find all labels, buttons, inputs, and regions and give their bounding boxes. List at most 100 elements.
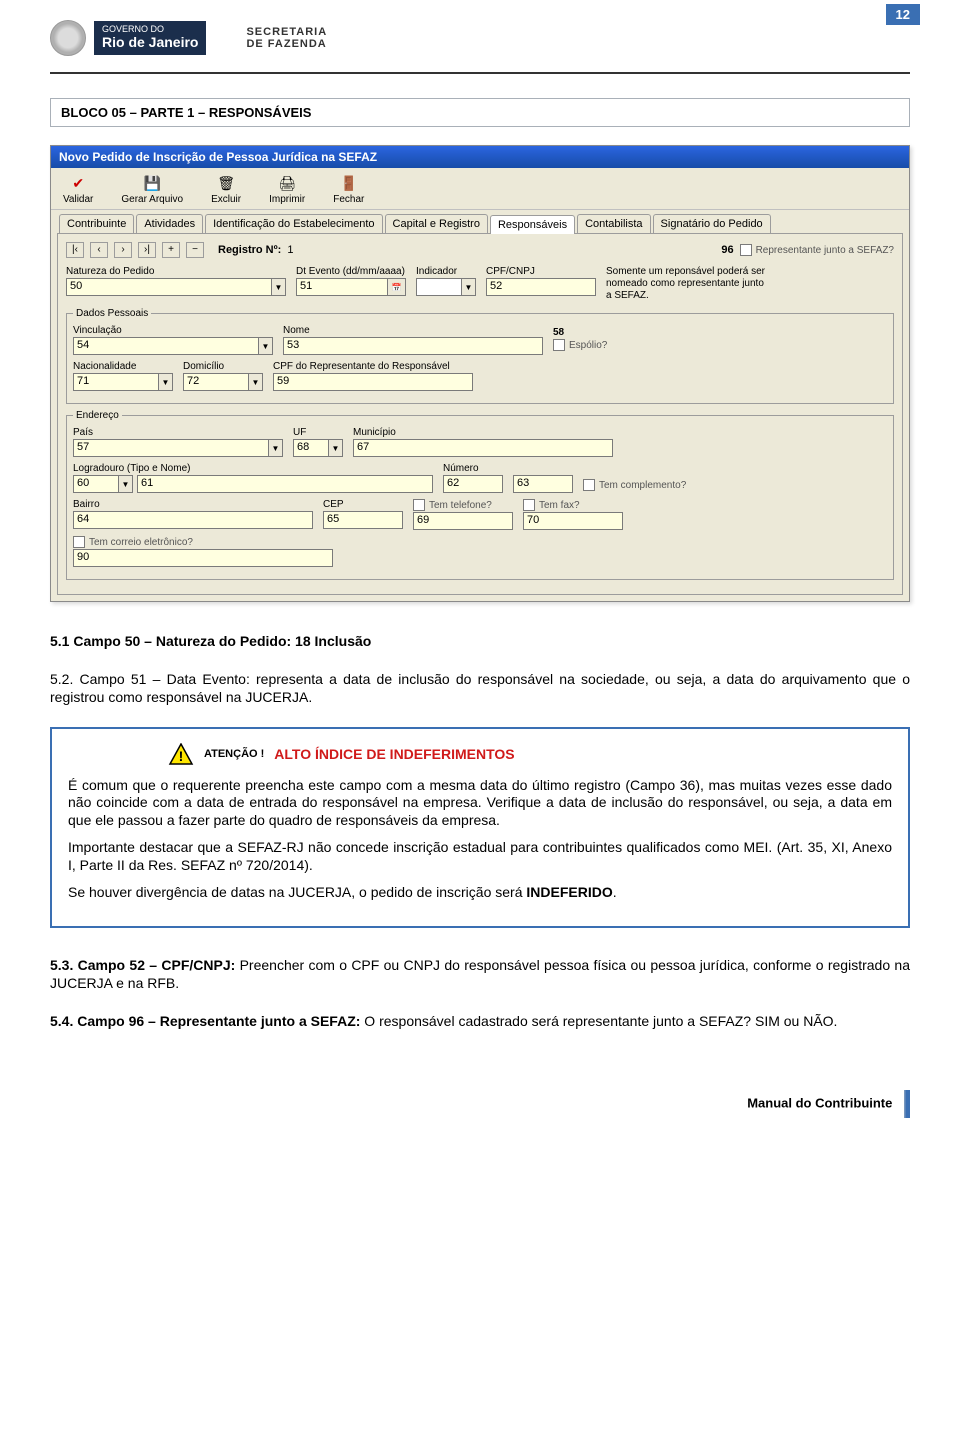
pais-input[interactable]: 57 <box>73 439 269 457</box>
checkbox-icon <box>740 244 752 256</box>
cpfrep-input[interactable]: 59 <box>273 373 473 391</box>
tab-atividades[interactable]: Atividades <box>136 214 203 233</box>
gerar-label: Gerar Arquivo <box>121 194 183 205</box>
alert-box: ! ATENÇÃO ! ALTO ÍNDICE DE INDEFERIMENTO… <box>50 727 910 928</box>
rep-sefaz-label: Representante junto a SEFAZ? <box>756 245 894 256</box>
fechar-label: Fechar <box>333 194 364 205</box>
atencao-label: ATENÇÃO ! <box>204 748 264 760</box>
imprimir-label: Imprimir <box>269 194 305 205</box>
trash-icon: 🗑 <box>217 174 235 192</box>
lograd-tipo-input[interactable]: 60 <box>73 475 119 493</box>
dropdown-icon[interactable]: ▼ <box>269 439 283 457</box>
section-title: BLOCO 05 – PARTE 1 – RESPONSÁVEIS <box>50 98 910 127</box>
tab-contabilista[interactable]: Contabilista <box>577 214 650 233</box>
numero-label: Número <box>443 463 503 474</box>
dados-pessoais-fieldset: Dados Pessoais Vinculação 54▼ Nome 53 58… <box>66 308 894 404</box>
uf-input[interactable]: 68 <box>293 439 329 457</box>
form-area: |‹ ‹ › ›| + − Registro Nº: 1 96 Represen… <box>57 233 903 595</box>
nav-del[interactable]: − <box>186 242 204 258</box>
excluir-button[interactable]: 🗑Excluir <box>211 174 241 205</box>
dtevento-label: Dt Evento (dd/mm/aaaa) <box>296 266 406 277</box>
uf-label: UF <box>293 427 343 438</box>
secretaria: SECRETARIA DE FAZENDA <box>246 26 327 50</box>
correio-input[interactable]: 90 <box>73 549 333 567</box>
complemento-input[interactable]: 63 <box>513 475 573 493</box>
vinculacao-input[interactable]: 54 <box>73 337 259 355</box>
alert-p1: É comum que o requerente preencha este c… <box>68 777 892 830</box>
cpfcnpj-input[interactable]: 52 <box>486 278 596 296</box>
validar-button[interactable]: ✔ Validar <box>63 174 93 205</box>
tem-fax-checkbox[interactable]: Tem fax? <box>523 499 623 511</box>
tab-signatario[interactable]: Signatário do Pedido <box>653 214 771 233</box>
check-icon: ✔ <box>69 174 87 192</box>
dropdown-icon[interactable]: ▼ <box>259 337 273 355</box>
calendar-icon[interactable]: 📅 <box>388 278 406 296</box>
footer-text: Manual do Contribuinte <box>747 1096 892 1111</box>
cpfcnpj-label: CPF/CNPJ <box>486 266 596 277</box>
imprimir-button[interactable]: 🖨 Imprimir <box>269 174 305 205</box>
rep-sefaz-checkbox[interactable]: Representante junto a SEFAZ? <box>740 244 894 256</box>
validar-label: Validar <box>63 194 93 205</box>
tem-fax-label: Tem fax? <box>539 500 580 511</box>
checkbox-icon <box>523 499 535 511</box>
telefone-input[interactable]: 69 <box>413 512 513 530</box>
indicador-input[interactable] <box>416 278 462 296</box>
nome-input[interactable]: 53 <box>283 337 543 355</box>
gerar-button[interactable]: 💾Gerar Arquivo <box>121 174 183 205</box>
domicilio-label: Domicílio <box>183 361 263 372</box>
nav-last[interactable]: ›| <box>138 242 156 258</box>
endereco-fieldset: Endereço País 57▼ UF 68▼ Município 67 Lo… <box>66 410 894 580</box>
espolio-checkbox[interactable]: Espólio? <box>553 339 607 351</box>
nav-prev[interactable]: ‹ <box>90 242 108 258</box>
espolio-num: 58 <box>553 327 607 338</box>
tab-responsaveis[interactable]: Responsáveis <box>490 215 575 234</box>
dropdown-icon[interactable]: ▼ <box>462 278 476 296</box>
tem-complemento-label: Tem complemento? <box>599 480 686 491</box>
nav-first[interactable]: |‹ <box>66 242 84 258</box>
cpfrep-label: CPF do Representante do Responsável <box>273 361 473 372</box>
pais-label: País <box>73 427 283 438</box>
cep-label: CEP <box>323 499 403 510</box>
bairro-input[interactable]: 64 <box>73 511 313 529</box>
tab-contribuinte[interactable]: Contribuinte <box>59 214 134 233</box>
espolio-label: Espólio? <box>569 340 607 351</box>
dropdown-icon[interactable]: ▼ <box>329 439 343 457</box>
record-nav: |‹ ‹ › ›| + − Registro Nº: 1 96 Represen… <box>66 242 894 258</box>
tab-identificacao[interactable]: Identificação do Estabelecimento <box>205 214 382 233</box>
tem-telefone-checkbox[interactable]: Tem telefone? <box>413 499 513 511</box>
gov-logo: GOVERNO DO Rio de Janeiro <box>50 20 206 56</box>
municipio-input[interactable]: 67 <box>353 439 613 457</box>
tab-capital[interactable]: Capital e Registro <box>385 214 488 233</box>
logradouro-label: Logradouro (Tipo e Nome) <box>73 463 433 474</box>
registro-label: Registro Nº: <box>218 244 281 256</box>
dropdown-icon[interactable]: ▼ <box>159 373 173 391</box>
sec-line2: DE FAZENDA <box>246 38 327 50</box>
alert-p2: Importante destacar que a SEFAZ-RJ não c… <box>68 839 892 874</box>
tem-correio-checkbox[interactable]: Tem correio eletrônico? <box>73 536 333 548</box>
lograd-nome-input[interactable]: 61 <box>137 475 433 493</box>
numero-input[interactable]: 62 <box>443 475 503 493</box>
dropdown-icon[interactable]: ▼ <box>249 373 263 391</box>
header-divider <box>50 72 910 74</box>
nav-add[interactable]: + <box>162 242 180 258</box>
dropdown-icon[interactable]: ▼ <box>119 475 133 493</box>
cep-input[interactable]: 65 <box>323 511 403 529</box>
alert-p3: Se houver divergência de datas na JUCERJ… <box>68 884 892 902</box>
gov-text: GOVERNO DO Rio de Janeiro <box>94 21 206 54</box>
fax-input[interactable]: 70 <box>523 512 623 530</box>
nav-next[interactable]: › <box>114 242 132 258</box>
checkbox-icon <box>553 339 565 351</box>
tem-complemento-checkbox[interactable]: Tem complemento? <box>583 479 686 491</box>
fechar-button[interactable]: 🚪Fechar <box>333 174 364 205</box>
dados-legend: Dados Pessoais <box>73 308 151 319</box>
dtevento-input[interactable]: 51 <box>296 278 388 296</box>
natureza-input[interactable]: 50 <box>66 278 272 296</box>
dropdown-icon[interactable]: ▼ <box>272 278 286 296</box>
warning-icon: ! <box>168 743 194 765</box>
printer-icon: 🖨 <box>278 174 296 192</box>
nacionalidade-input[interactable]: 71 <box>73 373 159 391</box>
para-51: 5.1 Campo 50 – Natureza do Pedido: 18 In… <box>50 632 910 650</box>
natureza-label: Natureza do Pedido <box>66 266 286 277</box>
registro-value: 1 <box>287 244 293 256</box>
domicilio-input[interactable]: 72 <box>183 373 249 391</box>
